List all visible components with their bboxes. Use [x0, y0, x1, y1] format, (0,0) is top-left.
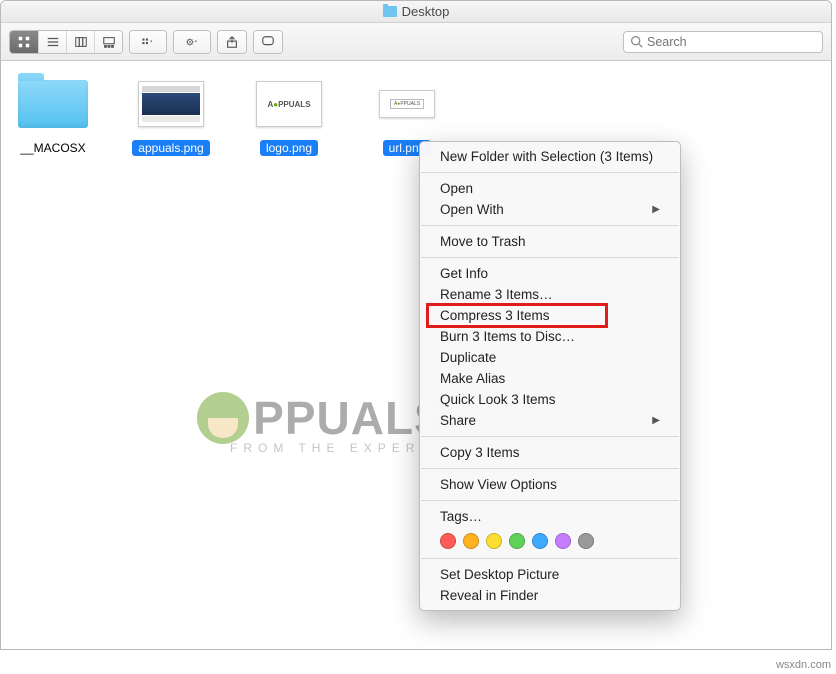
- image-thumbnail: A●PPUALS: [250, 75, 328, 133]
- tag-color-dot[interactable]: [486, 533, 502, 549]
- file-label: __MACOSX: [14, 140, 91, 156]
- column-view-button[interactable]: [66, 31, 94, 53]
- share-group: [217, 30, 247, 54]
- watermark: PPUALS FROM THE EXPERTS!: [186, 391, 457, 455]
- context-menu-label: Get Info: [440, 266, 488, 281]
- file-item-appuals[interactable]: appuals.png: [127, 75, 215, 156]
- context-menu-separator: [421, 225, 679, 226]
- context-menu-label: Set Desktop Picture: [440, 567, 559, 582]
- tag-color-dot[interactable]: [578, 533, 594, 549]
- context-menu-label: Rename 3 Items…: [440, 287, 553, 302]
- tag-color-dot[interactable]: [532, 533, 548, 549]
- folder-thumbnail: [14, 75, 92, 133]
- context-menu-label: Open: [440, 181, 473, 196]
- tag-color-row: [420, 527, 680, 553]
- context-menu-item[interactable]: Make Alias: [420, 368, 680, 389]
- context-menu-label: New Folder with Selection (3 Items): [440, 149, 653, 164]
- context-menu-item[interactable]: Copy 3 Items: [420, 442, 680, 463]
- finder-window: Desktop __MACOSX: [0, 0, 832, 650]
- search-input[interactable]: [647, 35, 816, 49]
- submenu-arrow-icon: ▶: [652, 204, 660, 215]
- credit-text: wsxdn.com: [773, 658, 834, 672]
- arrange-group: [129, 30, 167, 54]
- context-menu-label: Move to Trash: [440, 234, 526, 249]
- context-menu-label: Tags…: [440, 509, 482, 524]
- context-menu-item[interactable]: Open: [420, 178, 680, 199]
- file-grid: __MACOSX appuals.png A●PPUALS logo.png: [9, 75, 823, 156]
- action-group: [173, 30, 211, 54]
- action-button[interactable]: [174, 31, 210, 53]
- file-label: appuals.png: [132, 140, 209, 156]
- context-menu-item[interactable]: Get Info: [420, 263, 680, 284]
- context-menu-label: Reveal in Finder: [440, 588, 538, 603]
- context-menu-separator: [421, 257, 679, 258]
- share-button[interactable]: [218, 31, 246, 53]
- context-menu-label: Duplicate: [440, 350, 496, 365]
- context-menu-separator: [421, 558, 679, 559]
- context-menu-label: Quick Look 3 Items: [440, 392, 556, 407]
- context-menu-item[interactable]: Duplicate: [420, 347, 680, 368]
- view-mode-group: [9, 30, 123, 54]
- search-icon: [630, 35, 643, 48]
- context-menu-item[interactable]: Share ▶: [420, 410, 680, 431]
- context-menu-separator: [421, 172, 679, 173]
- tag-color-dot[interactable]: [509, 533, 525, 549]
- context-menu-item[interactable]: Reveal in Finder: [420, 585, 680, 606]
- watermark-brand: PPUALS: [253, 391, 446, 445]
- context-menu-item[interactable]: Quick Look 3 Items: [420, 389, 680, 410]
- context-menu-label: Open With: [440, 202, 504, 217]
- context-menu-item[interactable]: Set Desktop Picture: [420, 564, 680, 585]
- file-item-macosx[interactable]: __MACOSX: [9, 75, 97, 156]
- folder-icon: [383, 6, 397, 17]
- gallery-view-button[interactable]: [94, 31, 122, 53]
- toolbar: [1, 23, 831, 61]
- context-menu-item[interactable]: New Folder with Selection (3 Items): [420, 146, 680, 167]
- arrange-button[interactable]: [130, 31, 166, 53]
- tag-color-dot[interactable]: [555, 533, 571, 549]
- context-menu-label: Compress 3 Items: [440, 308, 550, 323]
- context-menu-item[interactable]: Tags…: [420, 506, 680, 527]
- context-menu-label: Copy 3 Items: [440, 445, 520, 460]
- context-menu-item[interactable]: Move to Trash: [420, 231, 680, 252]
- context-menu-item[interactable]: Show View Options: [420, 474, 680, 495]
- image-thumbnail: A●PPUALS: [368, 75, 446, 133]
- window-title: Desktop: [383, 4, 450, 19]
- title-text: Desktop: [402, 4, 450, 19]
- tag-color-dot[interactable]: [463, 533, 479, 549]
- context-menu-separator: [421, 468, 679, 469]
- context-menu-label: Show View Options: [440, 477, 557, 492]
- context-menu-label: Burn 3 Items to Disc…: [440, 329, 575, 344]
- tags-button[interactable]: [254, 31, 282, 53]
- context-menu-item[interactable]: Burn 3 Items to Disc…: [420, 326, 680, 347]
- image-thumbnail: [132, 75, 210, 133]
- context-menu[interactable]: New Folder with Selection (3 Items) Open O…: [419, 141, 681, 611]
- list-view-button[interactable]: [38, 31, 66, 53]
- file-label: logo.png: [260, 140, 318, 156]
- context-menu-separator: [421, 500, 679, 501]
- context-menu-item[interactable]: Rename 3 Items…: [420, 284, 680, 305]
- context-menu-separator: [421, 436, 679, 437]
- context-menu-label: Share: [440, 413, 476, 428]
- search-field[interactable]: [623, 31, 823, 53]
- context-menu-item[interactable]: Compress 3 Items: [420, 305, 680, 326]
- titlebar[interactable]: Desktop: [1, 1, 831, 23]
- context-menu-item[interactable]: Open With ▶: [420, 199, 680, 220]
- submenu-arrow-icon: ▶: [652, 415, 660, 426]
- tag-color-dot[interactable]: [440, 533, 456, 549]
- content-area[interactable]: __MACOSX appuals.png A●PPUALS logo.png: [1, 61, 831, 649]
- icon-view-button[interactable]: [10, 31, 38, 53]
- context-menu-label: Make Alias: [440, 371, 505, 386]
- tags-group: [253, 30, 283, 54]
- file-item-logo[interactable]: A●PPUALS logo.png: [245, 75, 333, 156]
